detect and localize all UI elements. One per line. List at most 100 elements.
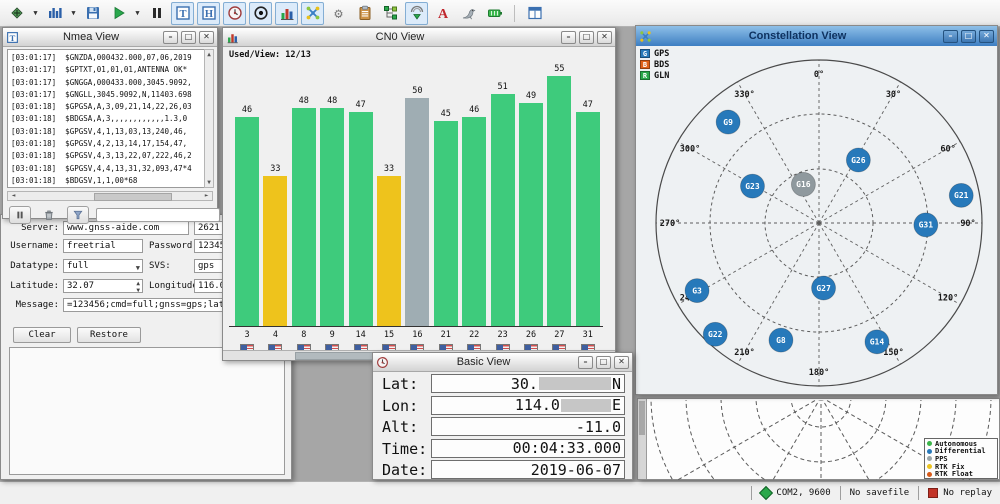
constellation-button[interactable] [301,2,324,25]
fix-type-legend: AutonomousDifferentialPPSRTK FixRTK Floa… [924,438,998,479]
main-toolbar: ▼ ▼ ▼ TH ⚙ A [0,0,1000,27]
skyplot-chart: 0°30°60°90°120°150°180°210°240°270°300°3… [636,46,997,394]
text-view-icon: T [175,5,191,21]
cn0-bar [235,117,259,326]
satellite-label-G26: G26 [851,156,866,165]
x-axis-line [229,326,603,327]
scrollbar-thumb[interactable] [94,193,172,201]
clear-button[interactable]: Clear [13,327,71,343]
dropdown-arrow-icon[interactable]: ▼ [31,9,40,17]
basic-minimize-button[interactable] [578,356,593,369]
savefile-status: No savefile [850,488,910,498]
prn-label: 4 [259,330,291,340]
map-vertical-scrollbar[interactable] [638,399,647,479]
azimuth-label: 330° [734,90,754,100]
clear-log-button[interactable] [38,206,60,224]
gear-button[interactable]: ⚙ [327,2,350,25]
text-view-button[interactable]: T [171,2,194,25]
scatter-button[interactable] [249,2,272,25]
basic-maximize-button[interactable] [596,356,611,369]
restore-button[interactable]: Restore [77,327,141,343]
cn0-bar [491,94,515,326]
cn0-button[interactable] [275,2,298,25]
window-title: Nmea View [22,31,160,43]
prn-label: 16 [401,330,433,340]
cn0-maximize-button[interactable] [579,31,594,44]
bar-value-label: 33 [259,164,291,174]
nmea-line: [03:01:18] $BDGSV,1,1,00*68 [11,175,204,187]
clipboard-button[interactable] [353,2,376,25]
value-suffix: E [612,396,621,414]
constellation-close-button[interactable] [979,30,994,43]
datatype-dropdown[interactable]: full ▼ [63,259,143,273]
clock-button[interactable] [223,2,246,25]
scroll-up-icon[interactable]: ▲ [205,50,213,59]
field-label: Lat: [382,375,418,393]
replay-status: No replay [928,488,992,498]
font-icon: A [435,5,451,21]
scroll-right-icon[interactable]: ► [202,192,211,200]
scrollbar-thumb[interactable] [639,401,645,435]
bird-button[interactable] [457,2,480,25]
constellation-titlebar[interactable]: Constellation View [636,26,997,47]
stream-button[interactable] [5,2,28,25]
pause-log-button[interactable] [9,206,31,224]
prn-label: 21 [430,330,462,340]
constellation-view-window: Constellation View 0°30°60°90°120°150°18… [635,25,998,395]
battery-button[interactable] [483,2,506,25]
cn0-close-button[interactable] [597,31,612,44]
dropdown-arrow-icon[interactable]: ▼ [69,9,78,17]
signal-button[interactable] [43,2,66,25]
save-button[interactable] [81,2,104,25]
font-button[interactable]: A [431,2,454,25]
play-button[interactable] [107,2,130,25]
antenna-icon [409,5,425,21]
bar-value-label: 51 [487,82,519,92]
legend-dot-icon [927,472,932,477]
constellation-minimize-button[interactable] [943,30,958,43]
nmea-filter-input[interactable] [96,208,220,222]
nmea-log[interactable]: [03:01:17] $GNZDA,000432.000,07,06,2019[… [7,49,205,188]
filter-button[interactable] [67,206,89,224]
prn-label: 22 [458,330,490,340]
topology-button[interactable] [379,2,402,25]
status-separator [918,486,919,500]
value-text: 2019-06-07 [531,461,621,479]
window-title: Constellation View [655,30,940,42]
nmea-horizontal-scrollbar[interactable]: ◄ ► [7,191,213,201]
constellation-maximize-button[interactable] [961,30,976,43]
basic-view-window: Basic View Lat:30.NLon:114.0EAlt:-11.0Ti… [372,352,633,480]
cn0-view-window: CN0 View Used/View: 12/13 46333448848947… [222,27,616,361]
nmea-titlebar[interactable]: T Nmea View [3,28,217,47]
field-value: 00:04:33.000 [431,439,625,458]
scroll-left-icon[interactable]: ◄ [9,192,18,200]
username-input[interactable]: freetrial [63,239,143,253]
layout-button[interactable] [523,2,546,25]
basic-titlebar[interactable]: Basic View [373,353,632,372]
hex-view-button[interactable]: H [197,2,220,25]
latitude-spinner[interactable]: 32.07 ▲▼ [63,279,143,293]
constellation-legend-item: BBDS [640,59,669,70]
basic-close-button[interactable] [614,356,629,369]
nmea-close-button[interactable] [199,31,214,44]
cn0-bar [434,121,458,326]
log-textarea[interactable] [9,347,285,475]
antenna-button[interactable] [405,2,428,25]
nmea-line: [03:01:18] $BDGSA,A,3,,,,,,,,,,,,1.3,0 [11,113,204,125]
layout-icon [527,5,543,21]
azimuth-label: 0° [814,70,824,80]
scroll-down-icon[interactable]: ▼ [205,178,213,187]
spinner-arrows-icon[interactable]: ▲▼ [136,280,140,293]
constellation-legend: GGPSBBDSRGLN [640,48,669,81]
latitude-label: Latitude: [7,281,59,291]
pause-button[interactable] [145,2,168,25]
nmea-maximize-button[interactable] [181,31,196,44]
nmea-minimize-button[interactable] [163,31,178,44]
cn0-bar [263,176,287,326]
field-label: Alt: [382,418,418,436]
nmea-vertical-scrollbar[interactable]: ▲ ▼ [204,49,214,188]
cn0-titlebar[interactable]: CN0 View [223,28,615,47]
dropdown-arrow-icon[interactable]: ▼ [133,9,142,17]
azimuth-label: 60° [940,145,955,155]
cn0-minimize-button[interactable] [561,31,576,44]
